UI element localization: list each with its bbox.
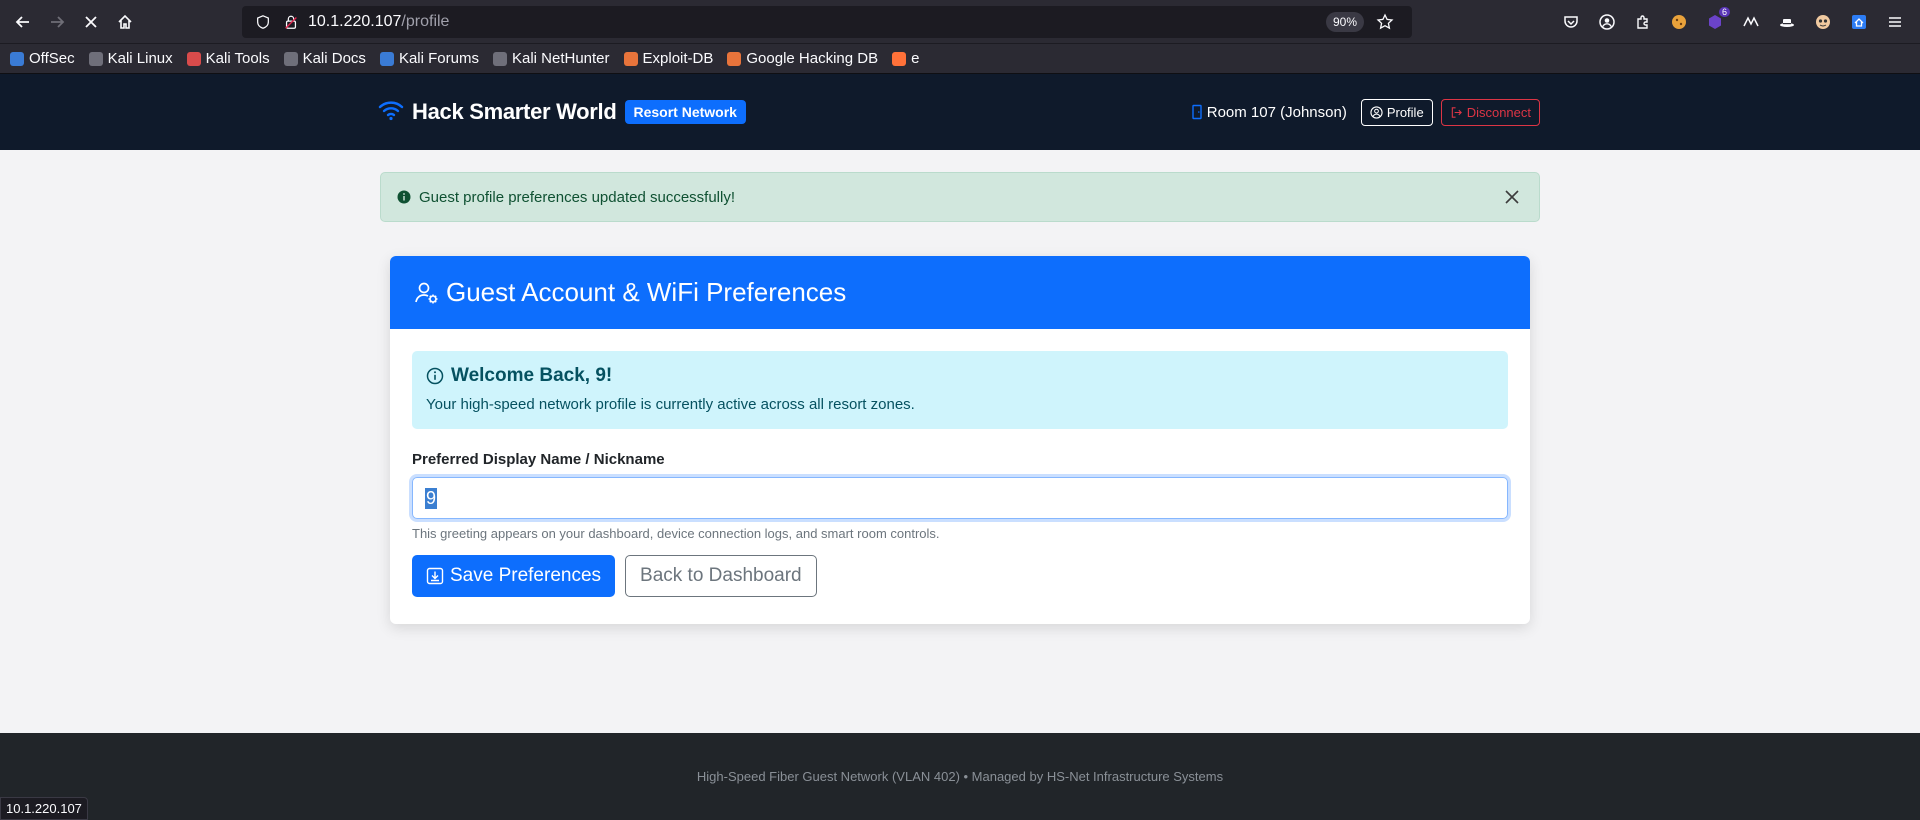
- bookmark-label: OffSec: [29, 50, 75, 67]
- bookmark-label: Google Hacking DB: [746, 50, 879, 67]
- bookmark-favicon-icon: [379, 51, 394, 66]
- bookmark-favicon-icon: [492, 51, 507, 66]
- bookmark-item[interactable]: Kali Docs: [283, 50, 366, 67]
- brand-link[interactable]: Hack Smarter World Resort Network: [378, 99, 746, 126]
- bookmark-favicon-icon: [10, 51, 24, 66]
- disconnect-label: Disconnect: [1466, 104, 1531, 120]
- bookmarks-toolbar: OffSec Kali Linux Kali Tools Kali Docs Kali …: [0, 44, 1920, 74]
- room-indicator: Room 107 (Johnson): [1191, 104, 1347, 121]
- user-circle-icon: [1370, 105, 1383, 119]
- back-to-dashboard-button[interactable]: Back to Dashboard: [625, 555, 817, 597]
- bookmark-favicon-icon: [186, 51, 201, 66]
- alert-close-button[interactable]: [1501, 186, 1523, 208]
- bookmark-item[interactable]: Google Hacking DB: [727, 50, 878, 67]
- url-host: 10.1.220.107: [308, 12, 402, 30]
- bookmark-item[interactable]: OffSec: [10, 50, 75, 67]
- preferences-card: Guest Account & WiFi Preferences Welcome…: [390, 256, 1530, 624]
- bookmark-label: Kali Docs: [302, 50, 366, 67]
- arrow-left-icon: [15, 15, 29, 28]
- browser-toolbar: 10.1.220.107 /profile 90% 6: [0, 0, 1920, 44]
- close-icon: [85, 15, 97, 28]
- menu-icon[interactable]: [1882, 9, 1908, 35]
- back-label: Back to Dashboard: [640, 565, 802, 586]
- save-label: Save Preferences: [450, 565, 602, 586]
- back-button[interactable]: [6, 5, 40, 39]
- main-content: Guest profile preferences updated succes…: [0, 150, 1920, 733]
- navbar-right: Room 107 (Johnson) Profile Disconnect: [1191, 98, 1540, 126]
- card-title: Guest Account & WiFi Preferences: [446, 277, 847, 307]
- bookmark-label: Kali NetHunter: [511, 50, 610, 67]
- home-icon: [118, 14, 132, 29]
- bookmark-label: Exploit-DB: [642, 50, 714, 67]
- door-icon: [1192, 104, 1202, 120]
- extensions-puzzle-icon[interactable]: [1630, 9, 1656, 35]
- close-icon: [1505, 190, 1519, 204]
- display-name-value: 9: [425, 487, 438, 509]
- brand-name: Hack Smarter World: [412, 99, 617, 124]
- success-message: Guest profile preferences updated succes…: [419, 188, 736, 206]
- face-extension-icon[interactable]: [1810, 9, 1836, 35]
- url-path: /profile: [401, 12, 450, 30]
- bookmark-item[interactable]: Kali Linux: [88, 50, 173, 67]
- display-name-help: This greeting appears on your dashboard,…: [412, 526, 940, 541]
- room-label: Room 107 (Johnson): [1206, 103, 1347, 121]
- bookmark-favicon-icon: [88, 51, 103, 66]
- welcome-alert: Welcome Back, 9! Your high-speed network…: [412, 351, 1508, 429]
- form-actions: Save Preferences Back to Dashboard: [412, 555, 1508, 597]
- wappalyzer-icon[interactable]: [1738, 9, 1764, 35]
- bookmark-label: Kali Linux: [107, 50, 173, 67]
- bookmark-item[interactable]: Kali Tools: [186, 50, 270, 67]
- extension-badge: 6: [1718, 6, 1730, 17]
- user-gear-icon: [415, 282, 438, 303]
- bookmark-star-icon[interactable]: [1374, 11, 1396, 33]
- brand-badge: Resort Network: [624, 100, 746, 124]
- url-bar[interactable]: 10.1.220.107 /profile 90%: [242, 5, 1412, 38]
- bookmark-label: e: [911, 50, 920, 67]
- forward-button[interactable]: [40, 5, 74, 39]
- shield-icon[interactable]: [252, 11, 274, 33]
- profile-button[interactable]: Profile: [1360, 98, 1433, 126]
- bookmark-item[interactable]: Kali NetHunter: [492, 50, 610, 67]
- footer-text: High-Speed Fiber Guest Network (VLAN 402…: [696, 769, 1224, 784]
- wifi-icon: [378, 99, 404, 126]
- site-navbar: Hack Smarter World Resort Network Room 1…: [0, 74, 1920, 150]
- arrow-right-icon: [51, 15, 65, 28]
- bookmark-label: Kali Forums: [398, 50, 479, 67]
- card-header: Guest Account & WiFi Preferences: [390, 256, 1530, 329]
- bookmark-favicon-icon: [892, 51, 907, 66]
- bookmark-favicon-icon: [727, 51, 742, 66]
- info-circle-icon: [397, 190, 411, 204]
- display-name-input[interactable]: 9: [412, 477, 1508, 519]
- home-extension-icon[interactable]: [1846, 9, 1872, 35]
- cookie-extension-icon[interactable]: [1666, 9, 1692, 35]
- disconnect-button[interactable]: Disconnect: [1440, 98, 1540, 126]
- link-status-bar: 10.1.220.107: [0, 797, 88, 820]
- purple-extension-icon[interactable]: 6: [1702, 6, 1730, 35]
- success-alert: Guest profile preferences updated succes…: [380, 172, 1540, 222]
- bookmark-label: Kali Tools: [205, 50, 270, 67]
- display-name-label: Preferred Display Name / Nickname: [412, 451, 665, 468]
- account-icon[interactable]: [1594, 9, 1620, 35]
- site-footer: High-Speed Fiber Guest Network (VLAN 402…: [0, 733, 1920, 820]
- profile-label: Profile: [1386, 104, 1424, 120]
- welcome-subtitle: Your high-speed network profile is curre…: [426, 396, 915, 413]
- bookmark-item[interactable]: e: [892, 50, 919, 67]
- bookmark-item[interactable]: Kali Forums: [379, 50, 479, 67]
- extensions-area: 6: [1558, 6, 1914, 35]
- pocket-icon[interactable]: [1558, 9, 1584, 35]
- save-preferences-button[interactable]: Save Preferences: [412, 555, 616, 597]
- bookmark-favicon-icon: [283, 51, 298, 66]
- welcome-title: Welcome Back, 9!: [451, 365, 613, 386]
- logout-icon: [1451, 106, 1462, 118]
- bookmark-favicon-icon: [623, 51, 638, 66]
- lock-icon[interactable]: [280, 11, 302, 33]
- bookmark-item[interactable]: Exploit-DB: [623, 50, 714, 67]
- zoom-indicator[interactable]: 90%: [1325, 11, 1364, 32]
- download-box-icon: [426, 567, 444, 585]
- home-button[interactable]: [108, 5, 142, 39]
- hat-extension-icon[interactable]: [1774, 9, 1800, 35]
- info-outline-icon: [426, 367, 444, 385]
- card-body: Welcome Back, 9! Your high-speed network…: [390, 329, 1530, 619]
- stop-button[interactable]: [74, 5, 108, 39]
